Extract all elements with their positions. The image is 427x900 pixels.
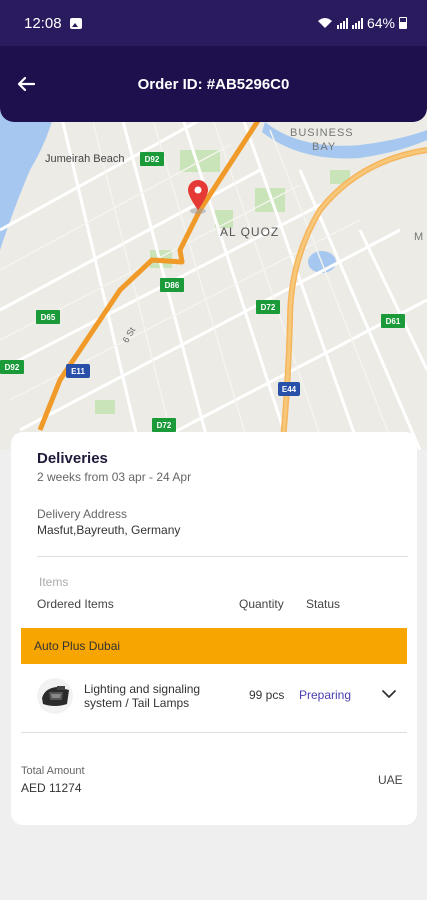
deliveries-title: Deliveries bbox=[37, 450, 108, 467]
col-quantity: Quantity bbox=[239, 597, 284, 611]
delivery-address: Masfut,Bayreuth, Germany bbox=[37, 523, 181, 537]
battery-icon bbox=[399, 17, 407, 29]
shield-d61: D61 bbox=[386, 317, 401, 326]
currency-region: UAE bbox=[378, 773, 403, 787]
product-quantity: 99 pcs bbox=[249, 688, 285, 702]
map-canvas: Jumeirah Beach BUSINESS BAY AL QUOZ M 6 … bbox=[0, 110, 427, 450]
signal-icon bbox=[336, 17, 348, 29]
wifi-icon bbox=[317, 18, 332, 28]
total-amount: AED 11274 bbox=[21, 781, 82, 795]
product-name-line1: Lighting and signaling bbox=[84, 682, 201, 696]
shield-d92-top: D92 bbox=[145, 155, 160, 164]
shield-d92-left: D92 bbox=[5, 363, 20, 372]
route-map[interactable]: Jumeirah Beach BUSINESS BAY AL QUOZ M 6 … bbox=[0, 110, 427, 450]
battery-percent: 64% bbox=[366, 15, 395, 31]
expand-button[interactable] bbox=[381, 686, 397, 702]
shield-e11: E11 bbox=[71, 367, 85, 376]
map-label-jumeirah-beach: Jumeirah Beach bbox=[45, 153, 125, 165]
shield-d86: D86 bbox=[165, 281, 180, 290]
image-notification-icon bbox=[69, 17, 82, 29]
delivery-address-label: Delivery Address bbox=[37, 507, 128, 521]
back-arrow-icon bbox=[17, 76, 35, 92]
shield-d72-bottom: D72 bbox=[157, 421, 172, 430]
divider-2 bbox=[21, 732, 407, 733]
shield-e44: E44 bbox=[282, 385, 297, 394]
back-button[interactable] bbox=[14, 72, 38, 96]
divider bbox=[37, 556, 408, 557]
page-title: Order ID: #AB5296C0 bbox=[137, 75, 290, 93]
map-label-m: M bbox=[414, 231, 423, 243]
map-label-business: BUSINESS bbox=[290, 127, 354, 139]
delivery-schedule: 2 weeks from 03 apr - 24 Apr bbox=[37, 470, 192, 484]
col-ordered-items: Ordered Items bbox=[37, 597, 114, 611]
status-bar: 12:08 64% bbox=[0, 0, 427, 46]
shield-d72: D72 bbox=[261, 303, 276, 312]
col-status: Status bbox=[306, 597, 341, 611]
map-label-bay: BAY bbox=[312, 141, 336, 153]
total-amount-label: Total Amount bbox=[21, 765, 85, 777]
order-details-card: Deliveries 2 weeks from 03 apr - 24 Apr … bbox=[11, 432, 417, 825]
supplier-bar: Auto Plus Dubai bbox=[21, 628, 407, 664]
map-label-al-quoz: AL QUOZ bbox=[220, 225, 279, 239]
product-name-line2: system / Tail Lamps bbox=[84, 696, 190, 710]
tail-lamp-image bbox=[37, 678, 73, 714]
items-section-label: Items bbox=[39, 575, 69, 589]
chevron-down-icon bbox=[382, 690, 396, 698]
clock: 12:08 bbox=[24, 14, 62, 32]
signal-icon-2 bbox=[351, 17, 363, 29]
app-bar: Order ID: #AB5296C0 bbox=[0, 46, 427, 122]
supplier-name: Auto Plus Dubai bbox=[34, 639, 121, 653]
product-name: Lighting and signaling system / Tail Lam… bbox=[84, 682, 200, 710]
shield-d65: D65 bbox=[41, 313, 56, 322]
product-status: Preparing bbox=[299, 688, 352, 702]
product-thumbnail bbox=[37, 678, 73, 714]
